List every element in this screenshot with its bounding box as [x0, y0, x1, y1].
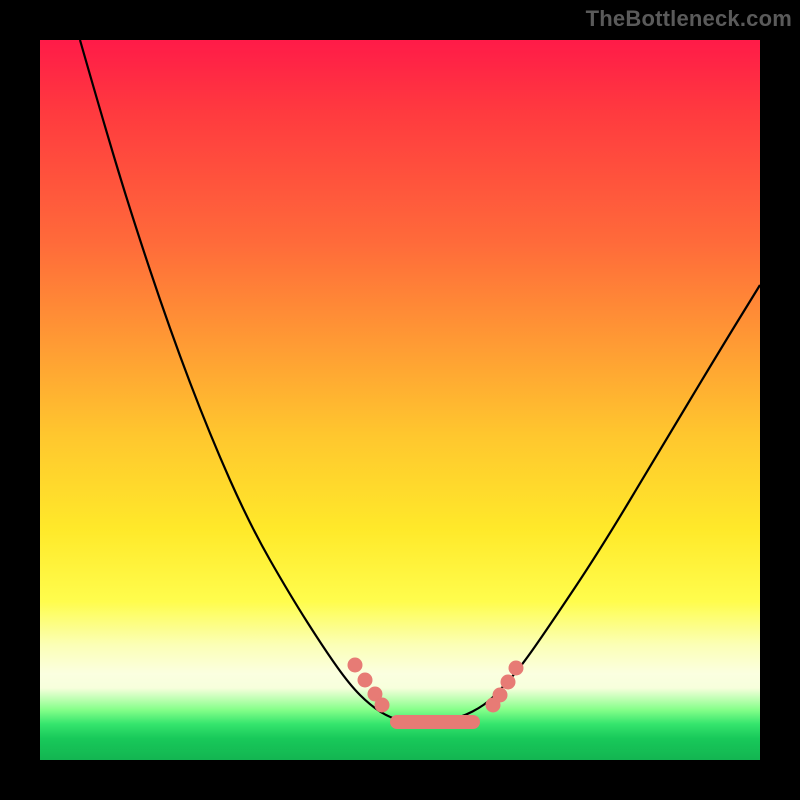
marker-dot [358, 673, 373, 688]
marker-dot [493, 688, 508, 703]
marker-dot [348, 658, 363, 673]
chart-frame: TheBottleneck.com [0, 0, 800, 800]
watermark-text: TheBottleneck.com [586, 6, 792, 32]
marker-bottom-pill [390, 715, 480, 729]
plot-area [40, 40, 760, 760]
marker-dot [375, 698, 390, 713]
marker-cluster-right [486, 661, 524, 713]
bottleneck-curve [80, 40, 760, 722]
curve-svg [40, 40, 760, 760]
marker-dot [501, 675, 516, 690]
marker-dot [509, 661, 524, 676]
